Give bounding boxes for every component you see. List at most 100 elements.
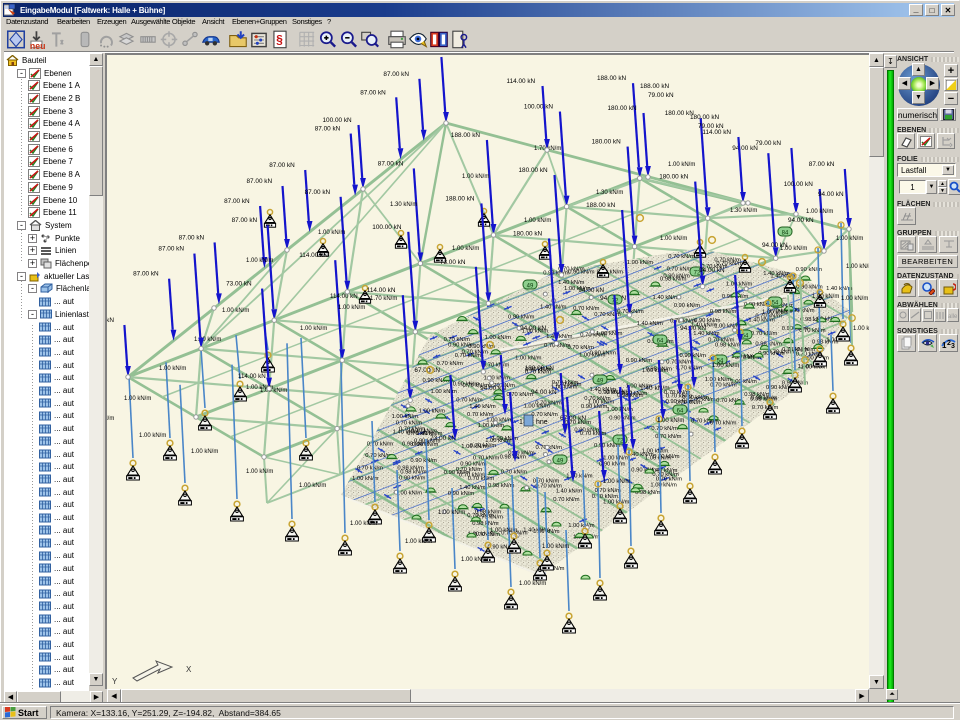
svg-text:94.00 kN: 94.00 kN bbox=[788, 217, 814, 224]
svg-text:1.00 kN/m: 1.00 kN/m bbox=[806, 209, 833, 215]
svg-text:1.30 kN/m: 1.30 kN/m bbox=[390, 202, 417, 208]
svg-text:1.00 kN/m: 1.00 kN/m bbox=[350, 521, 377, 527]
svg-text:1.40 kN/m: 1.40 kN/m bbox=[637, 321, 664, 327]
svg-text:1.00 kN/m: 1.00 kN/m bbox=[485, 335, 512, 341]
svg-text:1.00 kN/m: 1.00 kN/m bbox=[603, 500, 630, 506]
svg-text:0.70 kN/m: 0.70 kN/m bbox=[357, 465, 384, 471]
svg-text:87.00 kN: 87.00 kN bbox=[360, 89, 386, 96]
svg-text:49: 49 bbox=[557, 459, 564, 465]
svg-text:1.00 kN/m: 1.00 kN/m bbox=[438, 510, 465, 516]
svg-text:114.00 kN: 114.00 kN bbox=[507, 78, 536, 85]
svg-text:73.00 kN: 73.00 kN bbox=[430, 435, 456, 442]
svg-text:0.70 kN/m: 0.70 kN/m bbox=[668, 254, 695, 260]
svg-text:94.00 kN: 94.00 kN bbox=[732, 145, 758, 152]
svg-text:1.00 kN/m: 1.00 kN/m bbox=[603, 456, 630, 462]
svg-text:87.00 kN: 87.00 kN bbox=[269, 162, 295, 169]
svg-text:1.00 kN/m: 1.00 kN/m bbox=[712, 363, 739, 369]
svg-text:188.00 kN: 188.00 kN bbox=[640, 83, 670, 90]
svg-text:1.40 kN/m: 1.40 kN/m bbox=[748, 317, 775, 323]
svg-text:0.70 kN/m: 0.70 kN/m bbox=[455, 353, 482, 359]
svg-text:49: 49 bbox=[597, 379, 604, 385]
svg-text:1.40 kN/m: 1.40 kN/m bbox=[469, 404, 496, 410]
svg-text:0.70 kN/m: 0.70 kN/m bbox=[437, 361, 464, 367]
svg-text:0.90 kN/m: 0.90 kN/m bbox=[412, 442, 439, 448]
svg-text:0.70 kN/m: 0.70 kN/m bbox=[473, 456, 500, 462]
svg-text:1.00 kN/m: 1.00 kN/m bbox=[405, 539, 432, 545]
svg-text:114.00 kN: 114.00 kN bbox=[330, 293, 358, 300]
svg-text:X: X bbox=[186, 665, 192, 674]
svg-text:87.00 kN: 87.00 kN bbox=[383, 71, 409, 78]
svg-text:87.00 kN: 87.00 kN bbox=[158, 246, 184, 253]
svg-text:1.40 kN/m: 1.40 kN/m bbox=[640, 385, 670, 392]
svg-text:1.00 kN/m: 1.00 kN/m bbox=[568, 523, 595, 529]
svg-text:87.00 kN: 87.00 kN bbox=[232, 217, 258, 224]
svg-text:1.00 kN/m: 1.00 kN/m bbox=[660, 236, 687, 242]
svg-text:1.00 kN/m: 1.00 kN/m bbox=[780, 246, 807, 252]
svg-text:114.00 kN: 114.00 kN bbox=[702, 129, 731, 136]
svg-text:1.00 kN/m: 1.00 kN/m bbox=[452, 246, 479, 252]
svg-text:1.00 kN/m: 1.00 kN/m bbox=[812, 294, 839, 300]
svg-text:0.90 kN/m: 0.90 kN/m bbox=[410, 458, 437, 464]
svg-text:1.40 kN/m: 1.40 kN/m bbox=[546, 334, 573, 340]
svg-text:188.00 kN: 188.00 kN bbox=[586, 202, 616, 209]
svg-text:0.90 kN/m: 0.90 kN/m bbox=[574, 428, 601, 434]
svg-text:1.00 kN/m: 1.00 kN/m bbox=[524, 218, 551, 224]
svg-text:1.00 kN/m: 1.00 kN/m bbox=[318, 230, 345, 236]
svg-text:100.00 kN: 100.00 kN bbox=[372, 224, 402, 231]
svg-text:0.70 kN/m: 0.70 kN/m bbox=[666, 359, 693, 365]
svg-text:79.00 kN: 79.00 kN bbox=[698, 123, 724, 130]
svg-text:1: 1 bbox=[519, 419, 523, 426]
svg-text:94.00 kN: 94.00 kN bbox=[520, 325, 546, 332]
svg-text:0.70 kN/m: 0.70 kN/m bbox=[651, 426, 678, 432]
svg-text:0.70 kN/m: 0.70 kN/m bbox=[552, 380, 579, 386]
svg-text:1.00 kN/m: 1.00 kN/m bbox=[519, 581, 546, 587]
svg-text:1.00 kN/m: 1.00 kN/m bbox=[461, 557, 488, 563]
svg-text:79.00 kN: 79.00 kN bbox=[648, 92, 674, 99]
svg-text:1.40 kN/m: 1.40 kN/m bbox=[693, 331, 720, 337]
svg-text:0.70 kN/m: 0.70 kN/m bbox=[467, 513, 494, 519]
svg-text:1.00 kN/m: 1.00 kN/m bbox=[392, 414, 419, 420]
svg-text:1.00 kN/m: 1.00 kN/m bbox=[846, 264, 869, 270]
svg-text:87.00 kN: 87.00 kN bbox=[378, 160, 404, 167]
svg-text:100.00 kN: 100.00 kN bbox=[784, 181, 814, 188]
svg-text:1.00 kN/m: 1.00 kN/m bbox=[836, 236, 863, 242]
svg-text:0.90 kN/m: 0.90 kN/m bbox=[399, 476, 426, 482]
svg-text:64: 64 bbox=[677, 409, 684, 415]
svg-text:0.98 kN/m: 0.98 kN/m bbox=[488, 483, 515, 489]
svg-text:114.00 kN: 114.00 kN bbox=[238, 373, 266, 380]
svg-text:1.00 kN/m: 1.00 kN/m bbox=[194, 337, 221, 343]
svg-text:0.70 kN/m: 0.70 kN/m bbox=[676, 365, 703, 371]
svg-text:114.00 kN: 114.00 kN bbox=[299, 252, 328, 259]
svg-text:180.00 kN: 180.00 kN bbox=[659, 174, 689, 181]
svg-text:1.00 kN/m: 1.00 kN/m bbox=[191, 449, 218, 455]
svg-text:1.00 kN/m: 1.00 kN/m bbox=[650, 483, 677, 489]
svg-text:1.00 kN/m: 1.00 kN/m bbox=[246, 258, 273, 264]
svg-text:1.70 kN/m: 1.70 kN/m bbox=[370, 296, 397, 302]
svg-text:94.00 kN: 94.00 kN bbox=[699, 267, 725, 274]
svg-text:1.00 kN/m: 1.00 kN/m bbox=[222, 308, 249, 314]
svg-text:0.98 kN/m: 0.98 kN/m bbox=[472, 521, 499, 527]
svg-text:94.00 kN: 94.00 kN bbox=[531, 389, 557, 396]
svg-text:0.90 kN/m: 0.90 kN/m bbox=[581, 404, 608, 410]
svg-text:0.70 kN/m: 0.70 kN/m bbox=[751, 331, 778, 337]
svg-text:1.40 kN/m: 1.40 kN/m bbox=[558, 280, 585, 286]
svg-text:1.00 kN/m: 1.00 kN/m bbox=[478, 423, 505, 429]
svg-text:1.00 kN/m: 1.00 kN/m bbox=[462, 174, 489, 180]
svg-text:1.40 kN/m: 1.40 kN/m bbox=[651, 468, 678, 474]
svg-text:0.98 kN/m: 0.98 kN/m bbox=[744, 392, 771, 398]
svg-text:188.00 kN: 188.00 kN bbox=[405, 55, 435, 56]
svg-text:188.00 kN: 188.00 kN bbox=[451, 132, 481, 139]
svg-text:100.00 kN: 100.00 kN bbox=[524, 104, 554, 111]
svg-text:87.00 kN: 87.00 kN bbox=[133, 271, 159, 278]
svg-text:1.00 kN/m: 1.00 kN/m bbox=[657, 418, 684, 424]
svg-text:180.00 kN: 180.00 kN bbox=[525, 365, 555, 372]
svg-text:0.70 kN/m: 0.70 kN/m bbox=[483, 362, 510, 368]
svg-text:94.00 kN: 94.00 kN bbox=[818, 191, 844, 198]
svg-text:1.00 kN/m: 1.00 kN/m bbox=[299, 483, 326, 489]
svg-text:1.00 kN/m: 1.00 kN/m bbox=[579, 353, 606, 359]
svg-text:1.00 kN/m: 1.00 kN/m bbox=[107, 416, 114, 422]
svg-text:94.00 kN: 94.00 kN bbox=[680, 325, 706, 332]
svg-text:1.00 kN/m: 1.00 kN/m bbox=[246, 469, 273, 475]
svg-text:1.00 kN/m: 1.00 kN/m bbox=[515, 356, 542, 362]
svg-text:87.00 kN: 87.00 kN bbox=[107, 317, 114, 324]
